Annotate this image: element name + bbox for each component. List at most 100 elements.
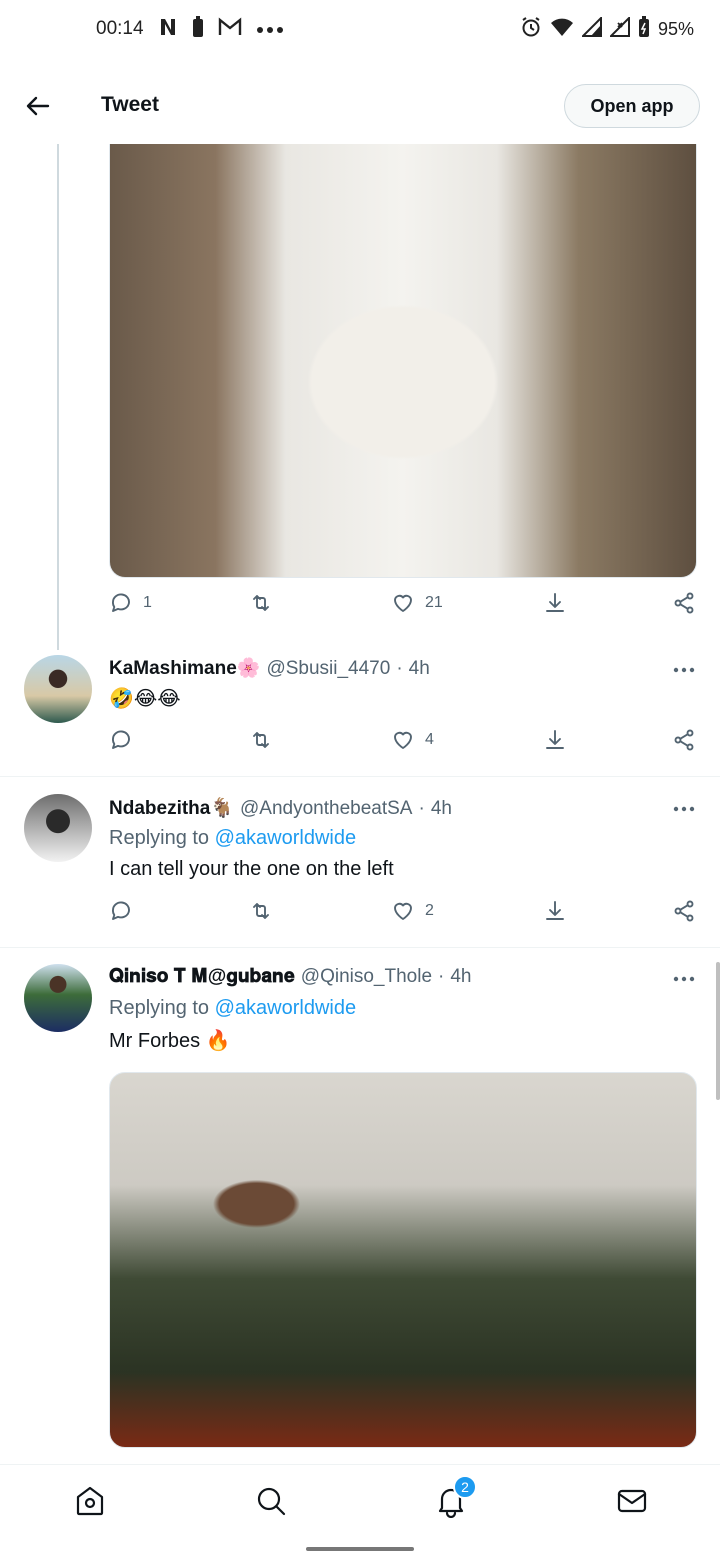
more-dots-icon [673,976,695,982]
like-count: 21 [425,594,443,611]
reply-header: Ndabezitha🐐 @AndyonthebeatSA · 4h [109,796,452,820]
download-icon [546,593,564,612]
like-button[interactable]: 21 [391,591,443,615]
reply-icon [112,901,130,920]
timestamp[interactable]: 4h [409,658,430,680]
like-button[interactable]: 2 [391,899,434,923]
reply-text: I can tell your the one on the left [109,858,394,880]
download-button[interactable] [543,591,567,615]
tweet-actions: 1 21 [109,591,699,625]
nav-notifications-button[interactable]: 2 [429,1475,477,1523]
display-name[interactable]: 𝐐𝐢𝐧𝐢𝐬𝐨 𝐓 𝐌@𝐠𝐮𝐛𝐚𝐧𝐞 [109,966,295,988]
page-title: Tweet [101,93,159,116]
home-icon [76,1486,104,1516]
reply-text: 🤣😂😂 [109,688,181,710]
retweet-icon [253,732,269,748]
wifi-icon [550,17,574,42]
share-button[interactable] [672,591,696,615]
scrollbar[interactable] [716,962,720,1100]
battery-percent: 95% [657,19,694,39]
alarm-icon [520,16,542,43]
download-icon [546,901,564,920]
nav-search-button[interactable] [249,1479,293,1523]
more-options-button[interactable] [672,967,696,991]
tweet-image[interactable] [109,144,697,578]
tweet-header: Tweet Open app [0,70,720,144]
gmail-icon [218,17,242,42]
user-handle[interactable]: @Qiniso_Thole [301,966,432,988]
display-name[interactable]: KaMashimane🌸 [109,656,260,680]
heart-icon [394,594,412,612]
nav-home-button[interactable] [68,1479,112,1523]
user-handle[interactable]: @AndyonthebeatSA [240,798,412,820]
reply-header: 𝐐𝐢𝐧𝐢𝐬𝐨 𝐓 𝐌@𝐠𝐮𝐛𝐚𝐧𝐞 @Qiniso_Thole · 4h [109,966,472,988]
avatar[interactable] [24,655,92,723]
signal-icon [580,15,602,42]
avatar[interactable] [24,964,92,1032]
replying-to-label: Replying to [109,827,210,849]
reply-text: Mr Forbes 🔥 [109,1030,231,1052]
like-button[interactable]: 4 [391,728,434,752]
replying-to-link[interactable]: @akaworldwide [215,997,356,1019]
timestamp[interactable]: 4h [450,966,471,988]
back-button[interactable] [20,88,56,124]
download-button[interactable] [543,899,567,923]
reply-icon [112,730,130,749]
reply-count: 1 [143,594,152,611]
share-button[interactable] [672,899,696,923]
reply-button[interactable]: 1 [109,591,152,615]
reply-header: KaMashimane🌸 @Sbusii_4470 · 4h [109,656,430,680]
battery-saver-icon [192,16,204,43]
retweet-icon [253,595,269,611]
user-handle[interactable]: @Sbusii_4470 [266,658,390,680]
status-bar: 00:14 95% [0,0,720,60]
separator-dot: · [396,658,403,679]
download-icon [546,730,564,749]
gesture-bar[interactable] [306,1547,414,1551]
more-dots-icon [256,21,284,39]
retweet-button[interactable] [249,591,283,615]
replying-to-label: Replying to [109,997,210,1019]
thread-line [57,144,59,650]
separator-dot: · [438,966,445,987]
status-time: 00:14 [96,18,144,39]
download-button[interactable] [543,728,567,752]
share-icon [674,900,694,922]
retweet-icon [253,903,269,919]
netflix-n-icon [158,17,178,42]
nav-messages-button[interactable] [610,1479,654,1523]
share-icon [674,592,694,614]
like-count: 2 [425,902,434,919]
separator-dot: · [418,798,425,819]
open-app-button[interactable]: Open app [564,84,700,128]
reply-image[interactable] [109,1072,697,1448]
retweet-button[interactable] [249,899,283,923]
like-count: 4 [425,731,434,748]
notification-badge: 2 [453,1475,477,1499]
arrow-left-icon [26,96,50,116]
display-name[interactable]: Ndabezitha🐐 [109,796,234,820]
battery-icon [638,16,650,43]
search-icon [257,1487,286,1516]
heart-icon [394,731,412,749]
replying-to: Replying to @akaworldwide [109,997,356,1020]
replying-to-link[interactable]: @akaworldwide [215,827,356,849]
share-button[interactable] [672,728,696,752]
signal-x-icon [608,15,630,42]
share-icon [674,729,694,751]
more-dots-icon [673,806,695,812]
reply-actions: 2 [109,899,699,933]
reply-button[interactable] [109,728,143,752]
reply-button[interactable] [109,899,143,923]
timestamp[interactable]: 4h [431,798,452,820]
heart-icon [394,902,412,920]
more-options-button[interactable] [672,797,696,821]
replying-to: Replying to @akaworldwide [109,827,356,850]
messages-icon [617,1489,647,1513]
more-options-button[interactable] [672,658,696,682]
avatar[interactable] [24,794,92,862]
divider [0,776,720,777]
more-dots-icon [673,667,695,673]
retweet-button[interactable] [249,728,283,752]
bottom-navigation: 2 [0,1464,720,1536]
